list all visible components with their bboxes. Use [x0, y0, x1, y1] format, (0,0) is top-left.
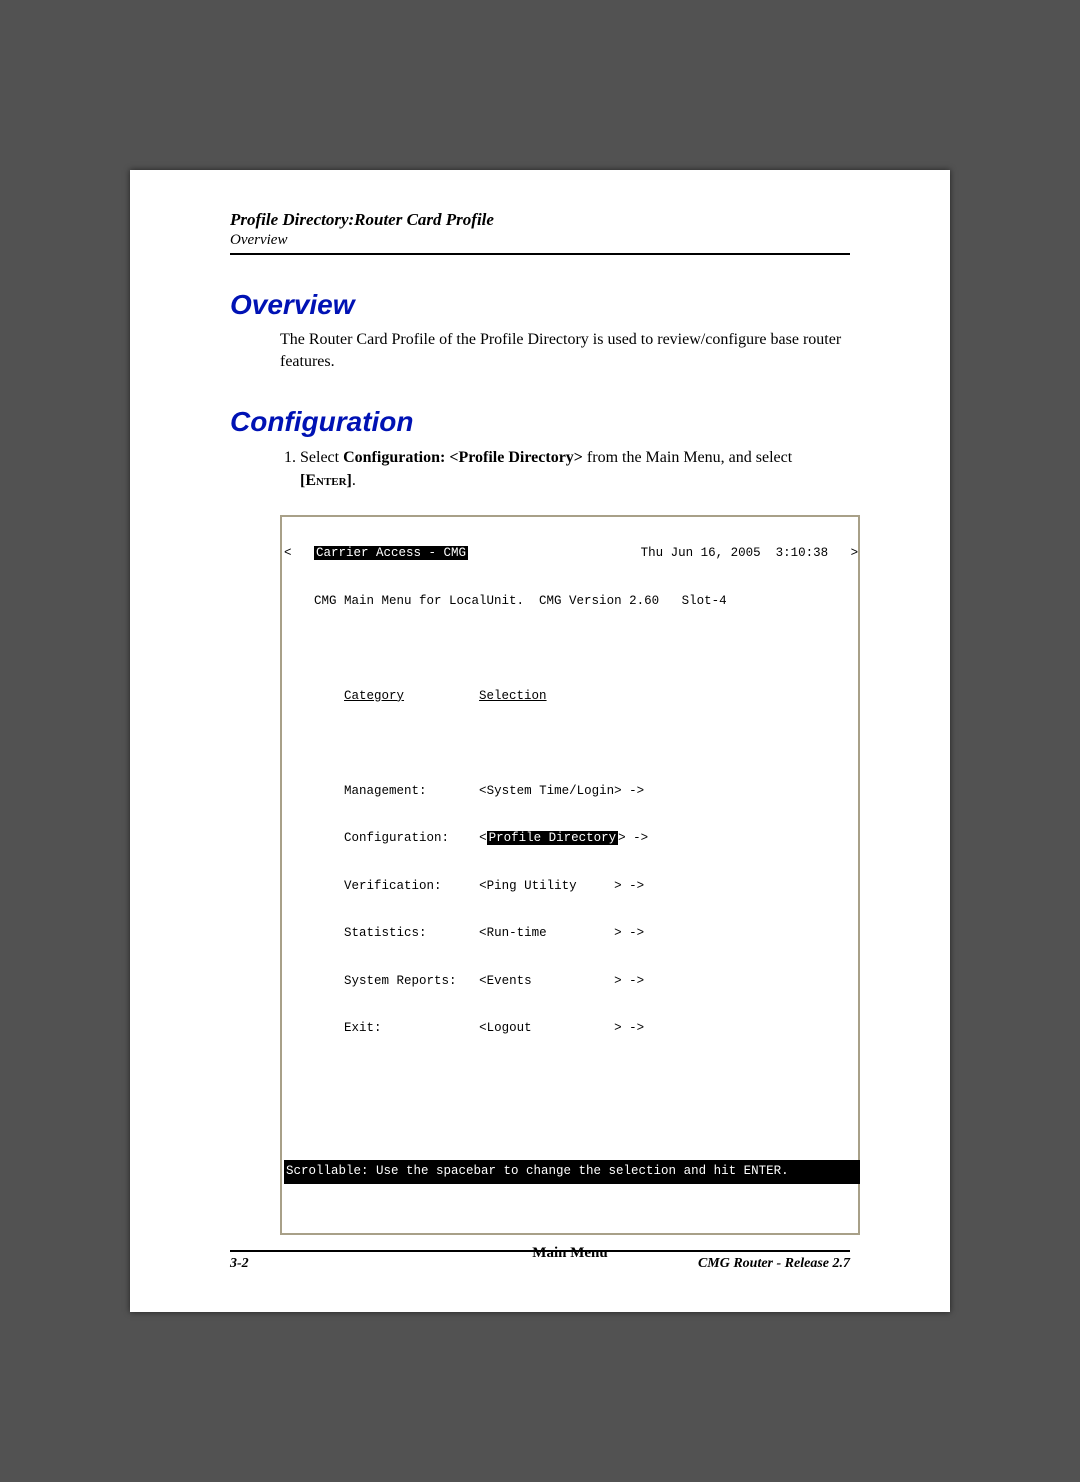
terminal-screenshot: < Carrier Access - CMG Thu Jun 16, 2005 …	[280, 515, 860, 1236]
terminal-subtitle: CMG Main Menu for LocalUnit. CMG Version…	[314, 594, 727, 608]
terminal-content: < Carrier Access - CMG Thu Jun 16, 2005 …	[284, 519, 856, 1232]
terminal-row-statistics: Statistics: <Run-time > ->	[284, 922, 856, 946]
page-number: 3-2	[230, 1256, 249, 1272]
terminal-col-selection: Selection	[479, 689, 547, 703]
step-text-prefix: Select	[300, 449, 343, 466]
step-text-mid: from the Main Menu, and select	[583, 449, 792, 466]
overview-paragraph: The Router Card Profile of the Profile D…	[280, 329, 850, 372]
terminal-row-exit: Exit: <Logout > ->	[284, 1017, 856, 1041]
document-page: Profile Directory:Router Card Profile Ov…	[130, 170, 950, 1312]
footer-product: CMG Router - Release 2.7	[698, 1256, 850, 1272]
header-rule	[230, 253, 850, 255]
step-text-suffix: .	[352, 472, 356, 489]
terminal-title: Carrier Access - CMG	[314, 546, 468, 560]
heading-overview: Overview	[230, 289, 850, 321]
terminal-row-management: Management: <System Time/Login> ->	[284, 780, 856, 804]
step-text-bold: Configuration: <Profile Directory>	[343, 449, 583, 466]
terminal-col-category: Category	[344, 689, 404, 703]
terminal-row-verification: Verification: <Ping Utility > ->	[284, 875, 856, 899]
footer-rule	[230, 1250, 850, 1252]
terminal-datetime: Thu Jun 16, 2005 3:10:38	[641, 546, 829, 560]
running-header-subtitle: Overview	[230, 232, 850, 249]
configuration-step-1: Select Configuration: <Profile Directory…	[300, 446, 850, 492]
heading-configuration: Configuration	[230, 406, 850, 438]
step-text-enter: [Enter]	[300, 472, 352, 489]
terminal-row-configuration: Configuration: <Profile Directory> ->	[284, 827, 856, 851]
terminal-hint: Scrollable: Use the spacebar to change t…	[284, 1160, 860, 1184]
running-header-title: Profile Directory:Router Card Profile	[230, 210, 850, 230]
configuration-steps: Select Configuration: <Profile Directory…	[280, 446, 850, 492]
terminal-row-system-reports: System Reports: <Events > ->	[284, 970, 856, 994]
page-footer: 3-2 CMG Router - Release 2.7	[230, 1250, 850, 1272]
